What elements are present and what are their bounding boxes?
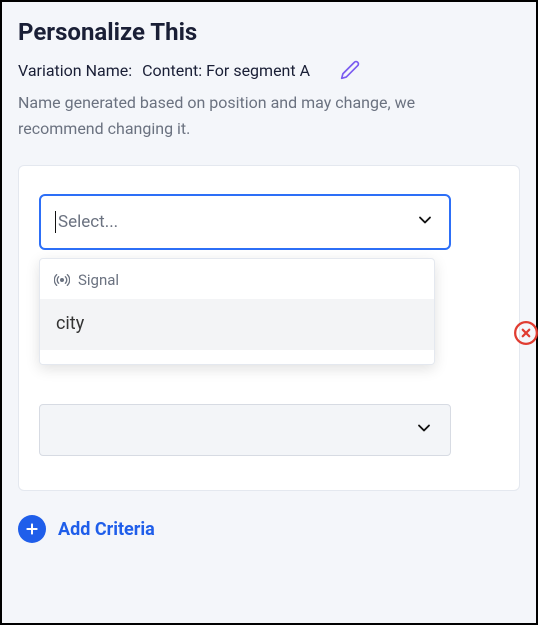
add-criteria-button[interactable]: Add Criteria bbox=[18, 515, 520, 543]
dropdown-option-city[interactable]: city bbox=[40, 299, 434, 350]
value-select[interactable] bbox=[39, 404, 451, 456]
page-title: Personalize This bbox=[18, 18, 520, 46]
text-cursor bbox=[55, 211, 56, 233]
dropdown-group-header: Signal bbox=[40, 259, 434, 299]
variation-name-value: Content: For segment A bbox=[142, 61, 310, 80]
criteria-select-placeholder: Select... bbox=[58, 212, 118, 232]
dropdown-group-label: Signal bbox=[78, 271, 119, 289]
variation-name-row: Variation Name: Content: For segment A bbox=[18, 60, 520, 80]
criteria-card: Select... Select a criteria bbox=[18, 165, 520, 491]
chevron-down-icon bbox=[414, 418, 434, 442]
pencil-icon bbox=[340, 60, 360, 80]
edit-variation-button[interactable] bbox=[340, 60, 360, 80]
plus-circle-icon bbox=[18, 515, 46, 543]
helper-text: Name generated based on position and may… bbox=[18, 90, 478, 141]
criteria-dropdown: Signal city bbox=[39, 258, 435, 365]
criteria-select[interactable]: Select... bbox=[39, 194, 451, 250]
remove-criteria-button[interactable] bbox=[511, 318, 538, 348]
signal-icon bbox=[54, 272, 70, 288]
variation-name-label: Variation Name: bbox=[18, 61, 132, 80]
dropdown-spacer bbox=[40, 350, 434, 364]
close-circle-icon bbox=[513, 320, 538, 346]
add-criteria-label: Add Criteria bbox=[58, 519, 155, 540]
chevron-down-icon bbox=[415, 210, 435, 234]
